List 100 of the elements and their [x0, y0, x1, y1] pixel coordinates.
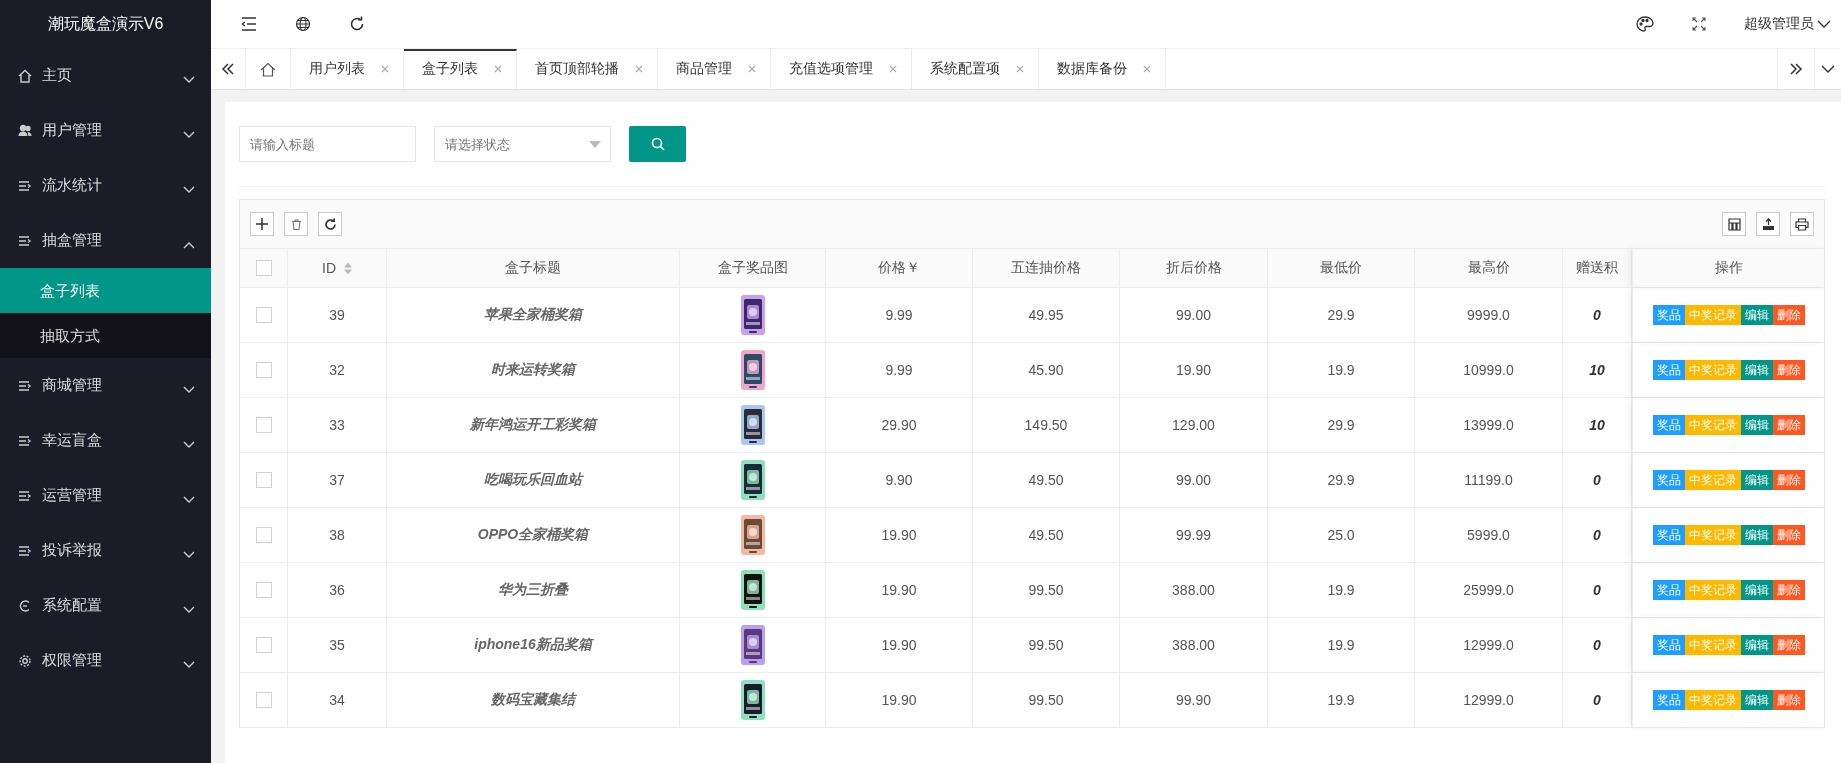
action-button[interactable]: 编辑	[1740, 360, 1773, 380]
action-button[interactable]: 奖品	[1652, 415, 1685, 435]
table-cell: iphone16新品奖箱	[474, 636, 592, 654]
sidebar-item[interactable]: 主页	[0, 48, 211, 103]
row-checkbox[interactable]	[255, 582, 272, 598]
action-button[interactable]: 奖品	[1652, 360, 1685, 380]
delete-button[interactable]	[284, 212, 308, 236]
table-cell: 149.50	[1024, 417, 1068, 433]
sidebar-item[interactable]: 系统配置	[0, 578, 211, 633]
action-button[interactable]: 删除	[1772, 635, 1805, 655]
user-menu[interactable]: 超级管理员	[1744, 15, 1831, 33]
row-checkbox[interactable]	[255, 692, 272, 708]
trash-icon	[290, 218, 302, 230]
action-button[interactable]: 奖品	[1652, 525, 1685, 545]
list-icon	[18, 543, 32, 558]
chevron-down-icon	[1821, 65, 1835, 73]
export-button[interactable]	[1756, 212, 1780, 236]
table-cell: 99.00	[1175, 472, 1211, 488]
action-button[interactable]: 删除	[1772, 415, 1805, 435]
tab[interactable]: 充值选项管理	[771, 49, 912, 89]
action-button[interactable]: 编辑	[1740, 470, 1773, 490]
columns-button[interactable]	[1722, 212, 1746, 236]
table-cell: 36	[329, 582, 345, 598]
sidebar-item[interactable]: 抽盒管理	[0, 213, 211, 268]
sidebar-item[interactable]: 用户管理	[0, 103, 211, 158]
cycle-icon	[18, 598, 32, 613]
row-checkbox[interactable]	[255, 362, 272, 378]
sidebar-subitem[interactable]: 盒子列表	[0, 268, 211, 313]
sidebar-item[interactable]: 商城管理	[0, 358, 211, 413]
action-button[interactable]: 编辑	[1740, 525, 1773, 545]
sidebar-item[interactable]: 流水统计	[0, 158, 211, 213]
action-button[interactable]: 奖品	[1652, 635, 1685, 655]
row-checkbox[interactable]	[255, 472, 272, 488]
refresh-icon[interactable]	[349, 16, 365, 32]
title-input[interactable]: 请输入标题	[239, 126, 416, 162]
table-cell: 10	[1589, 362, 1605, 378]
action-button[interactable]: 编辑	[1740, 415, 1773, 435]
tab-label: 系统配置项	[930, 60, 1000, 78]
table-cell: 19.90	[881, 527, 917, 543]
row-checkbox[interactable]	[255, 307, 272, 323]
add-button[interactable]	[250, 212, 274, 236]
fullscreen-icon[interactable]	[1692, 17, 1706, 31]
close-icon[interactable]	[748, 65, 756, 73]
close-icon[interactable]	[1143, 65, 1151, 73]
action-button[interactable]: 删除	[1772, 690, 1805, 710]
action-button[interactable]: 奖品	[1652, 470, 1685, 490]
search-button[interactable]	[629, 126, 686, 162]
action-button[interactable]: 删除	[1772, 305, 1805, 325]
close-icon[interactable]	[635, 65, 643, 73]
tab[interactable]: 首页顶部轮播	[517, 49, 658, 89]
sidebar-label: 商城管理	[42, 376, 103, 395]
row-checkbox[interactable]	[255, 527, 272, 543]
row-checkbox[interactable]	[255, 417, 272, 433]
close-icon[interactable]	[889, 65, 897, 73]
action-button[interactable]: 删除	[1772, 360, 1805, 380]
table-cell: 37	[329, 472, 345, 488]
action-button[interactable]: 编辑	[1740, 635, 1773, 655]
palette-icon[interactable]	[1636, 16, 1654, 32]
table-cell: 12999.0	[1463, 637, 1514, 653]
tab[interactable]: 商品管理	[658, 49, 771, 89]
table-cell: 19.9	[1327, 637, 1355, 653]
chevron-up-icon	[183, 240, 195, 249]
table-cell: 19.9	[1327, 692, 1355, 708]
tab[interactable]: 数据库备份	[1039, 49, 1166, 89]
sidebar-subitem[interactable]: 抽取方式	[0, 313, 211, 358]
action-button[interactable]: 删除	[1772, 470, 1805, 490]
sidebar-item[interactable]: 投诉举报	[0, 523, 211, 578]
action-button[interactable]: 奖品	[1652, 690, 1685, 710]
sidebar-label: 主页	[42, 66, 73, 85]
sidebar-item[interactable]: 运营管理	[0, 468, 211, 523]
scroll-right-button[interactable]	[1777, 49, 1815, 89]
table-cell: 39	[329, 307, 345, 323]
close-icon[interactable]	[494, 65, 502, 73]
action-button[interactable]: 奖品	[1652, 580, 1685, 600]
tab[interactable]: 盒子列表	[404, 49, 517, 89]
sort-icon[interactable]	[344, 261, 352, 275]
action-button[interactable]: 删除	[1772, 525, 1805, 545]
sidebar-item[interactable]: 幸运盲盒	[0, 413, 211, 468]
menu-fold-icon[interactable]	[241, 17, 257, 31]
tab-label: 首页顶部轮播	[535, 60, 619, 78]
action-button[interactable]: 编辑	[1740, 690, 1773, 710]
tab[interactable]: 系统配置项	[912, 49, 1039, 89]
globe-icon[interactable]	[295, 16, 311, 32]
print-button[interactable]	[1790, 212, 1814, 236]
column-header: 赠送积	[1576, 259, 1618, 277]
column-header: ID	[322, 260, 336, 276]
close-icon[interactable]	[1016, 65, 1024, 73]
sidebar-item[interactable]: 权限管理	[0, 633, 211, 688]
table-cell: 19.90	[881, 637, 917, 653]
column-header: 最高价	[1467, 259, 1510, 277]
action-button[interactable]: 删除	[1772, 580, 1805, 600]
action-button[interactable]: 奖品	[1652, 305, 1685, 325]
status-select[interactable]: 请选择状态	[434, 126, 611, 162]
action-button[interactable]: 编辑	[1740, 305, 1773, 325]
action-button[interactable]: 编辑	[1740, 580, 1773, 600]
column-header: 盒子标题	[505, 259, 561, 277]
close-icon[interactable]	[381, 65, 389, 73]
row-checkbox[interactable]	[255, 637, 272, 653]
select-all-checkbox[interactable]	[255, 260, 272, 276]
refresh-button[interactable]	[318, 212, 342, 236]
